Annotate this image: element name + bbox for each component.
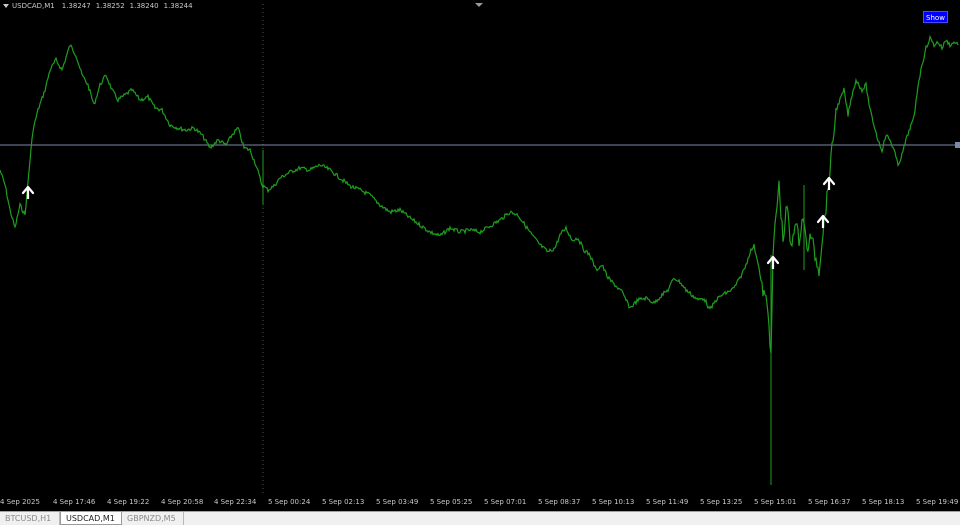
price-line [0,34,959,354]
chart-header: USDCAD,M1 1.38247 1.38252 1.38240 1.3824… [3,2,195,10]
price-chart-canvas[interactable] [0,0,960,495]
tab-usdcad-m1[interactable]: USDCAD,M1 [60,512,122,525]
up-arrow-icon [822,176,836,190]
symbol-label: USDCAD,M1 [12,2,55,10]
time-label: 4 Sep 20:58 [161,498,204,506]
time-label: 5 Sep 15:01 [754,498,797,506]
tab-gbpnzd-m5[interactable]: GBPNZD,M5 [122,512,184,525]
open-price: 1.38247 [61,2,91,10]
price-series [0,34,959,485]
time-label: 4 Sep 22:34 [214,498,257,506]
time-label: 5 Sep 19:49 [916,498,959,506]
time-axis: 4 Sep 2025 4 Sep 17:46 4 Sep 19:22 4 Sep… [0,495,960,511]
time-label: 5 Sep 03:49 [376,498,419,506]
tab-btcusd-h1[interactable]: BTCUSD,H1 [0,512,60,525]
close-price: 1.38244 [163,2,193,10]
up-arrow-icon [816,214,830,228]
time-label: 4 Sep 17:46 [53,498,96,506]
signal-arrows [21,176,836,269]
time-label: 5 Sep 16:37 [808,498,851,506]
show-button[interactable]: Show [923,11,948,23]
up-arrow-icon [21,185,35,199]
time-label: 5 Sep 07:01 [484,498,527,506]
scroll-marker-icon[interactable] [475,3,483,7]
time-label: 5 Sep 05:25 [430,498,473,506]
price-chart[interactable]: USDCAD,M1 1.38247 1.38252 1.38240 1.3824… [0,0,960,495]
time-label: 4 Sep 19:22 [107,498,150,506]
crosshair-price-marker [955,142,960,148]
up-arrow-icon [766,255,780,269]
chart-tab-bar: BTCUSD,H1 USDCAD,M1 GBPNZD,M5 [0,511,960,525]
time-label: 5 Sep 10:13 [592,498,635,506]
time-label: 5 Sep 11:49 [646,498,689,506]
time-label: 5 Sep 18:13 [862,498,905,506]
time-label: 5 Sep 13:25 [700,498,743,506]
time-label: 5 Sep 00:24 [268,498,311,506]
dropdown-triangle-icon[interactable] [3,4,9,8]
time-label: 5 Sep 08:37 [538,498,581,506]
time-label: 5 Sep 02:13 [322,498,365,506]
low-price: 1.38240 [129,2,159,10]
time-label: 4 Sep 2025 [0,498,40,506]
high-price: 1.38252 [95,2,125,10]
